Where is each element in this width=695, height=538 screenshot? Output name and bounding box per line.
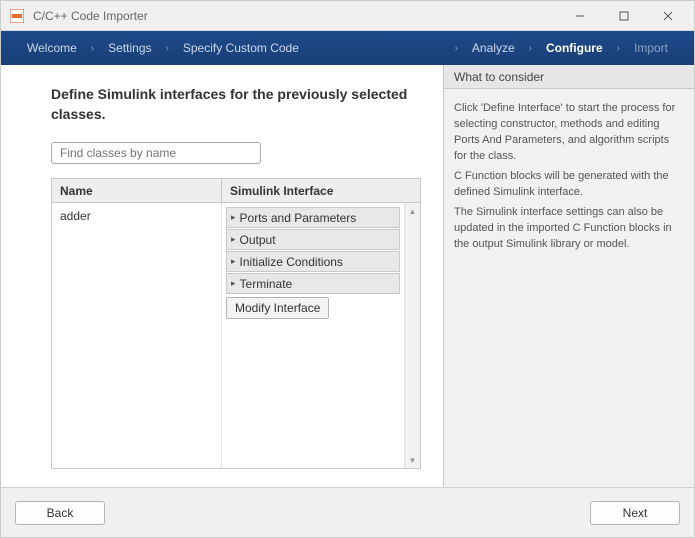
help-text: The Simulink interface settings can also… [454,205,684,253]
close-button[interactable] [646,1,690,30]
wizard-step-settings[interactable]: Settings [94,41,165,55]
wizard-step-specify[interactable]: Specify Custom Code [169,41,313,55]
scroll-up-icon[interactable]: ▲ [405,203,420,219]
interface-section-label: Terminate [240,277,293,291]
interface-cell: ▸ Ports and Parameters ▸ Output ▸ Initia… [222,203,404,468]
caret-right-icon: ▸ [231,212,236,223]
help-text: C Function blocks will be generated with… [454,169,684,201]
help-text: Click 'Define Interface' to start the pr… [454,101,684,165]
maximize-button[interactable] [602,1,646,30]
footer: Back Next [1,487,694,537]
caret-right-icon: ▸ [231,234,236,245]
app-icon [9,8,25,24]
wizard-step-configure[interactable]: Configure [532,41,617,55]
table-header: Name Simulink Interface [52,179,420,203]
content-area: Define Simulink interfaces for the previ… [1,65,694,487]
column-header-interface[interactable]: Simulink Interface [222,184,420,198]
back-button[interactable]: Back [15,501,105,525]
titlebar: C/C++ Code Importer [1,1,694,31]
class-name-cell[interactable]: adder [52,203,222,468]
minimize-button[interactable] [558,1,602,30]
interface-section-label: Ports and Parameters [240,211,357,225]
wizard-step-import[interactable]: Import [620,41,682,55]
caret-right-icon: ▸ [231,278,236,289]
help-panel-body: Click 'Define Interface' to start the pr… [444,89,694,487]
help-panel: What to consider Click 'Define Interface… [443,65,694,487]
interface-section-init[interactable]: ▸ Initialize Conditions [226,251,400,272]
search-input[interactable] [51,142,261,164]
next-button[interactable]: Next [590,501,680,525]
page-heading: Define Simulink interfaces for the previ… [51,85,421,124]
wizard-stepbar: Welcome › Settings › Specify Custom Code… [1,31,694,65]
classes-table: Name Simulink Interface adder ▸ Ports an… [51,178,421,469]
main-panel: Define Simulink interfaces for the previ… [1,65,443,487]
window-title: C/C++ Code Importer [33,9,558,23]
interface-section-terminate[interactable]: ▸ Terminate [226,273,400,294]
app-window: C/C++ Code Importer Welcome › Settings ›… [0,0,695,538]
scroll-down-icon[interactable]: ▼ [405,452,420,468]
interface-section-ports[interactable]: ▸ Ports and Parameters [226,207,400,228]
scroll-track[interactable] [405,219,420,452]
wizard-step-analyze[interactable]: Analyze [458,41,529,55]
interface-section-label: Output [240,233,276,247]
modify-interface-button[interactable]: Modify Interface [226,297,329,319]
window-controls [558,1,690,30]
column-header-name[interactable]: Name [52,179,222,202]
table-body: adder ▸ Ports and Parameters ▸ Output ▸ [52,203,420,468]
wizard-step-welcome[interactable]: Welcome [13,41,91,55]
interface-section-label: Initialize Conditions [240,255,343,269]
interface-section-output[interactable]: ▸ Output [226,229,400,250]
scrollbar[interactable]: ▲ ▼ [404,203,420,468]
help-panel-title: What to consider [444,65,694,89]
caret-right-icon: ▸ [231,256,236,267]
